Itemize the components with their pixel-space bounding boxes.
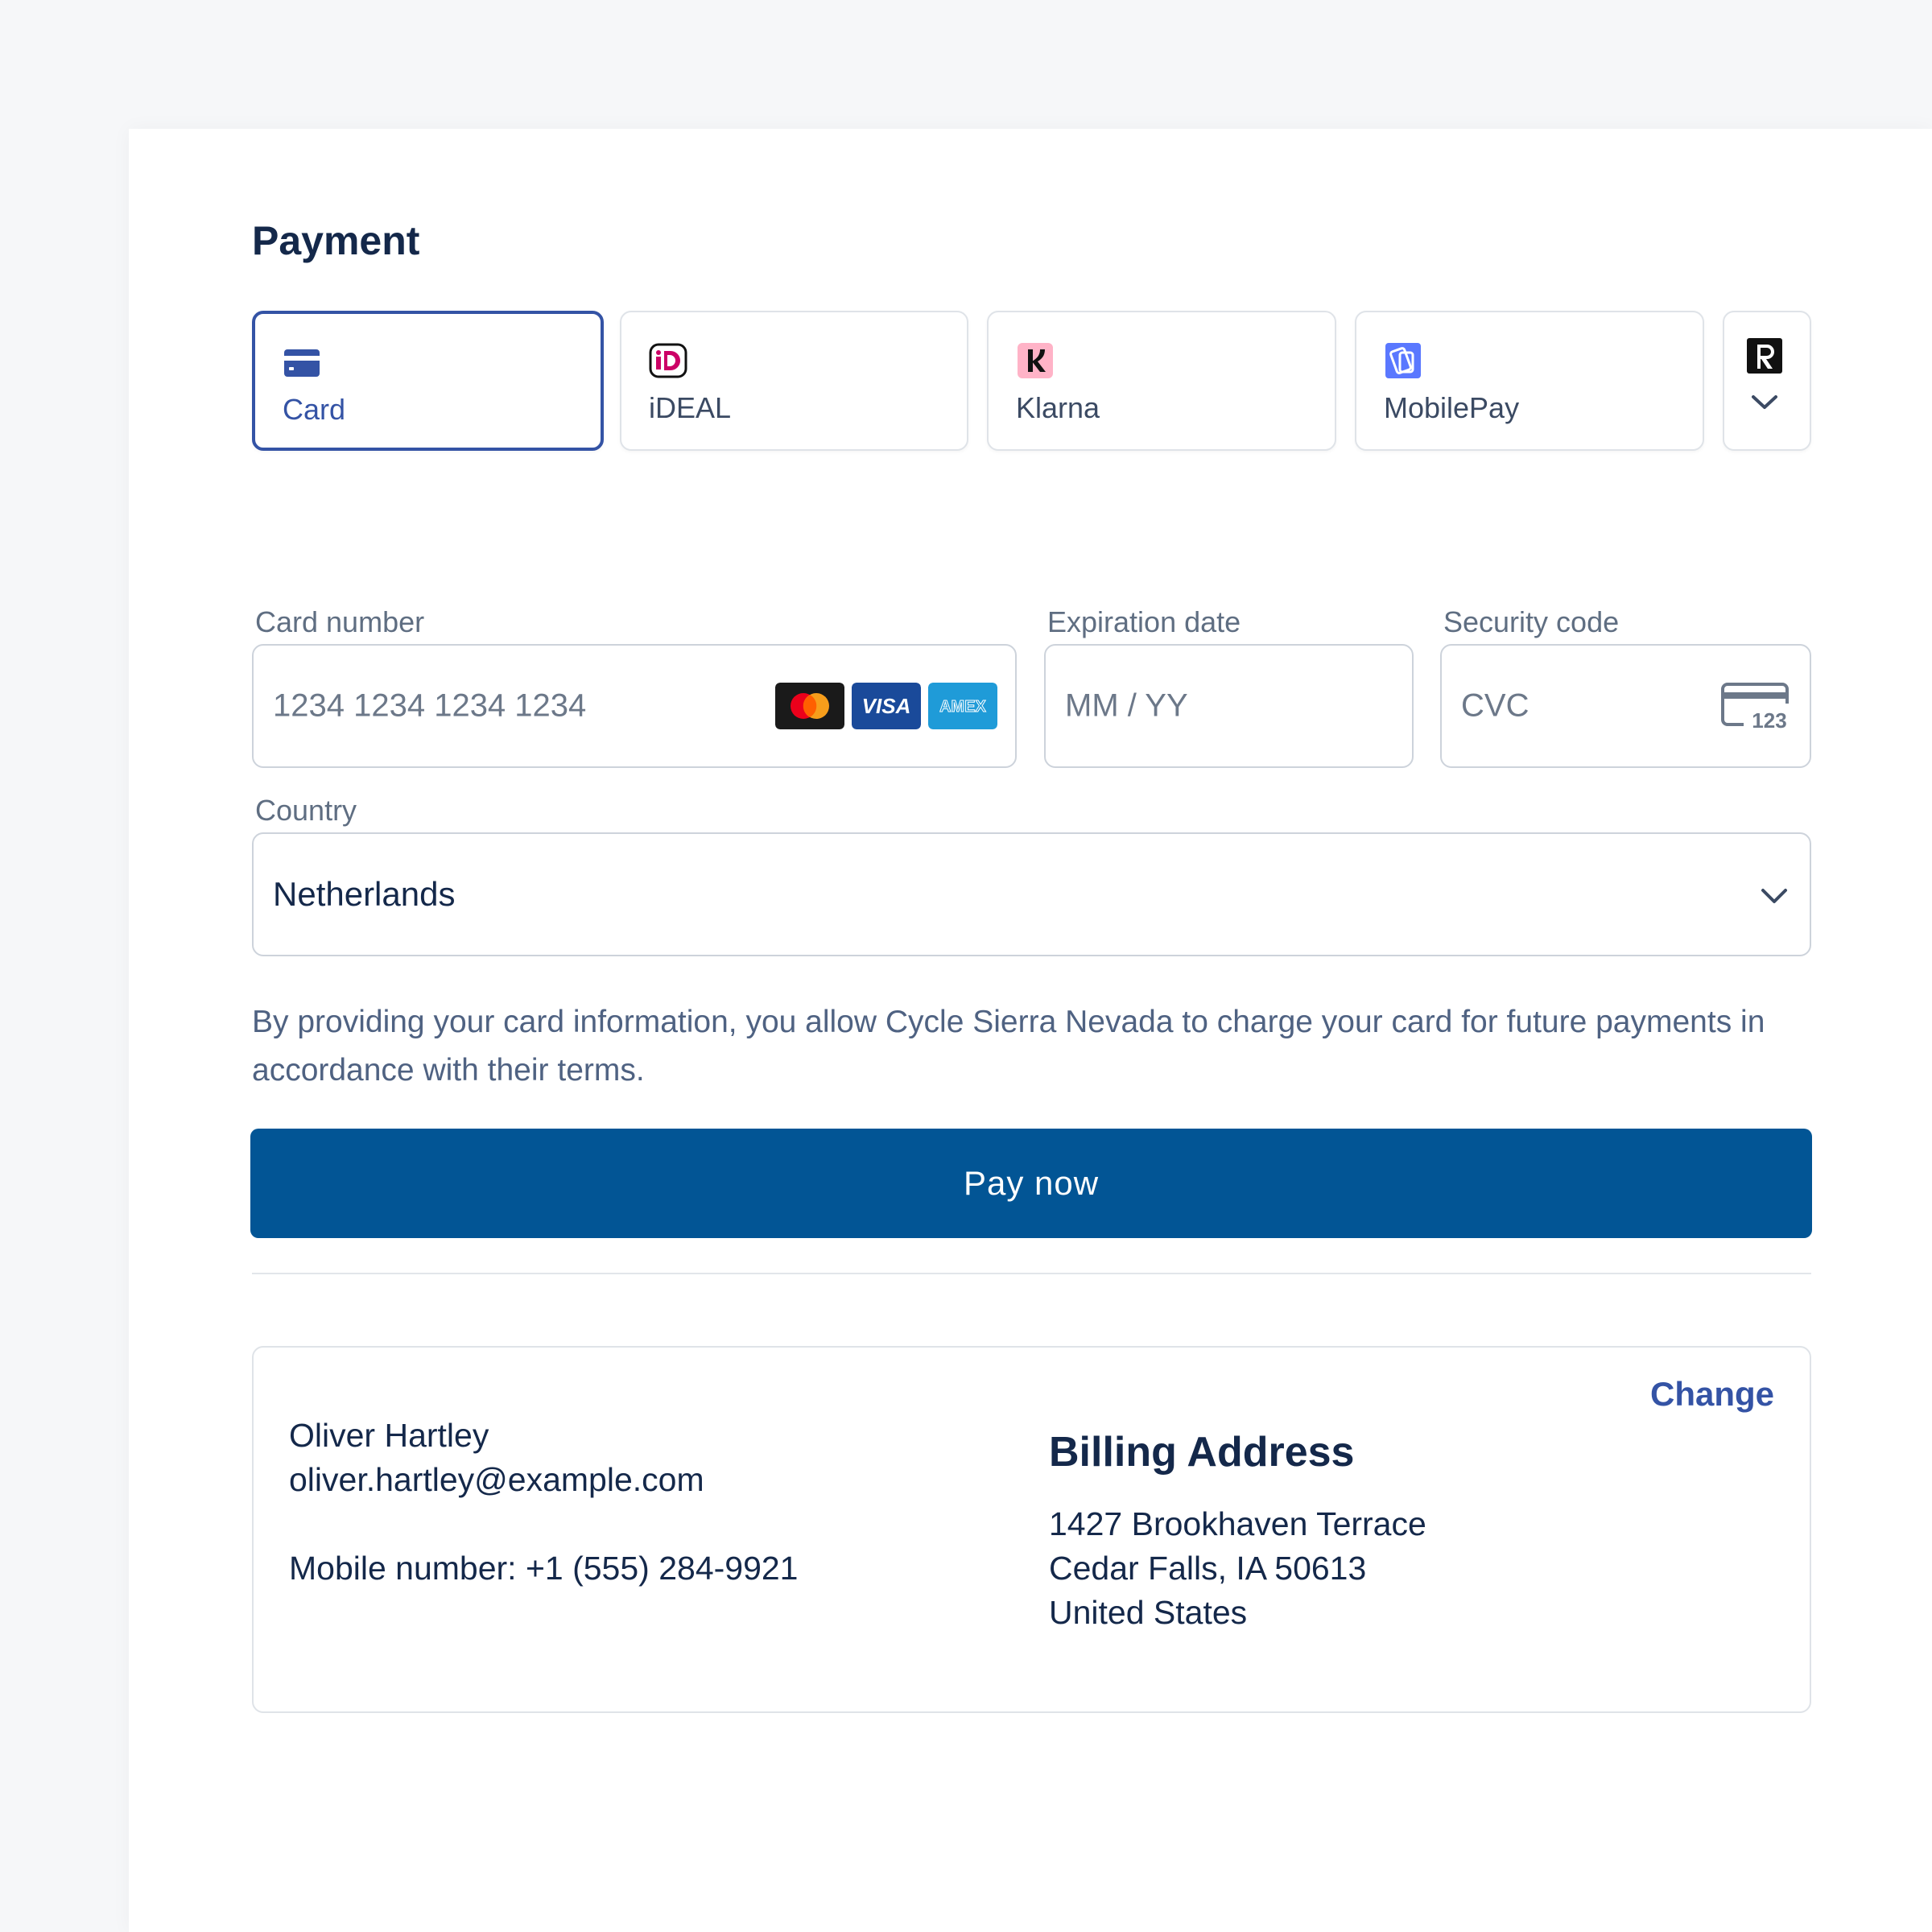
tab-card-label: Card bbox=[283, 393, 346, 426]
expiration-label: Expiration date bbox=[1047, 605, 1241, 638]
card-number-placeholder: 1234 1234 1234 1234 bbox=[273, 687, 587, 724]
tab-mobilepay[interactable]: MobilePay bbox=[1355, 311, 1704, 451]
payment-panel: Payment Card iDEAL Klarna MobilePay Card… bbox=[129, 129, 1932, 1932]
address-line: Cedar Falls, IA 50613 bbox=[1049, 1550, 1367, 1587]
expiration-placeholder: MM / YY bbox=[1065, 687, 1188, 724]
customer-name: Oliver Hartley bbox=[289, 1417, 489, 1454]
divider bbox=[252, 1273, 1811, 1274]
page-title: Payment bbox=[252, 218, 420, 263]
tab-klarna-label: Klarna bbox=[1016, 391, 1100, 424]
payment-method-tabs: Card iDEAL Klarna MobilePay bbox=[252, 311, 1811, 452]
security-code-input[interactable]: CVC 123 bbox=[1440, 644, 1811, 768]
tab-klarna[interactable]: Klarna bbox=[987, 311, 1336, 451]
amex-icon: AMEX bbox=[928, 683, 997, 729]
mobilepay-icon bbox=[1385, 343, 1421, 378]
revolut-icon bbox=[1747, 338, 1782, 374]
billing-address-heading: Billing Address bbox=[1049, 1429, 1355, 1476]
country-select[interactable]: Netherlands bbox=[252, 832, 1811, 956]
tab-ideal[interactable]: iDEAL bbox=[620, 311, 968, 451]
card-number-input[interactable]: 1234 1234 1234 1234 VISA AMEX bbox=[252, 644, 1017, 768]
country-value: Netherlands bbox=[273, 875, 456, 913]
customer-summary: Change Oliver Hartley oliver.hartley@exa… bbox=[252, 1346, 1811, 1713]
expiration-input[interactable]: MM / YY bbox=[1044, 644, 1414, 768]
customer-mobile: Mobile number: +1 (555) 284-9921 bbox=[289, 1550, 799, 1587]
customer-email: oliver.hartley@example.com bbox=[289, 1461, 704, 1498]
mastercard-icon bbox=[775, 683, 844, 729]
card-consent-notice: By providing your card information, you … bbox=[252, 1005, 1765, 1088]
card-icon bbox=[284, 349, 320, 377]
chevron-down-icon bbox=[1752, 395, 1777, 409]
address-line: United States bbox=[1049, 1594, 1248, 1631]
visa-icon: VISA bbox=[852, 683, 921, 729]
security-code-placeholder: CVC bbox=[1461, 687, 1530, 724]
visa-label: VISA bbox=[862, 694, 911, 718]
chevron-down-icon bbox=[1761, 889, 1787, 903]
tab-mobilepay-label: MobilePay bbox=[1384, 391, 1520, 424]
cvc-icon-text: 123 bbox=[1752, 708, 1786, 733]
tab-card[interactable]: Card bbox=[252, 311, 604, 451]
change-link[interactable]: Change bbox=[1650, 1375, 1774, 1414]
tab-more[interactable] bbox=[1723, 311, 1811, 451]
country-label: Country bbox=[255, 794, 357, 827]
security-code-label: Security code bbox=[1443, 605, 1620, 638]
card-number-label: Card number bbox=[255, 605, 425, 638]
klarna-icon bbox=[1018, 343, 1053, 378]
address-line: 1427 Brookhaven Terrace bbox=[1049, 1505, 1426, 1542]
cvc-card-icon: 123 bbox=[1721, 683, 1789, 733]
amex-label: AMEX bbox=[939, 698, 986, 716]
ideal-icon bbox=[649, 343, 687, 378]
tab-ideal-label: iDEAL bbox=[649, 391, 732, 424]
pay-now-button[interactable]: Pay now bbox=[250, 1129, 1812, 1238]
